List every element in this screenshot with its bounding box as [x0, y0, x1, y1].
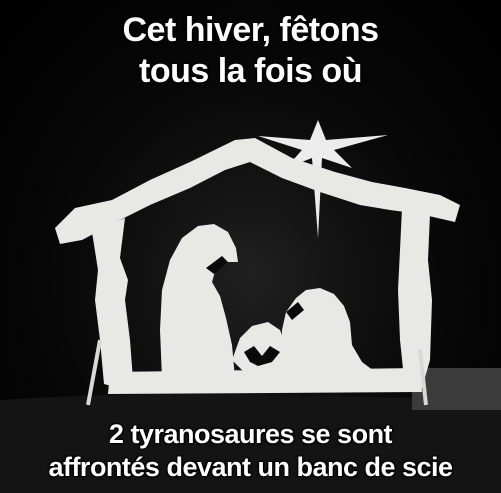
bottom-caption-line-1: 2 tyranosaures se sont: [108, 419, 393, 449]
bottom-caption: 2 tyranosaures se sont affrontés devant …: [0, 418, 501, 484]
top-caption-line-2: tous la fois où: [139, 52, 362, 90]
top-caption: Cet hiver, fêtons tous la fois où: [0, 10, 501, 92]
stable-right-post: [398, 208, 432, 388]
bottom-caption-line-2: affrontés devant un banc de scie: [48, 452, 453, 482]
meme-image: Cet hiver, fêtons tous la fois où 2 tyra…: [0, 0, 501, 493]
top-caption-line-1: Cet hiver, fêtons: [122, 11, 379, 49]
